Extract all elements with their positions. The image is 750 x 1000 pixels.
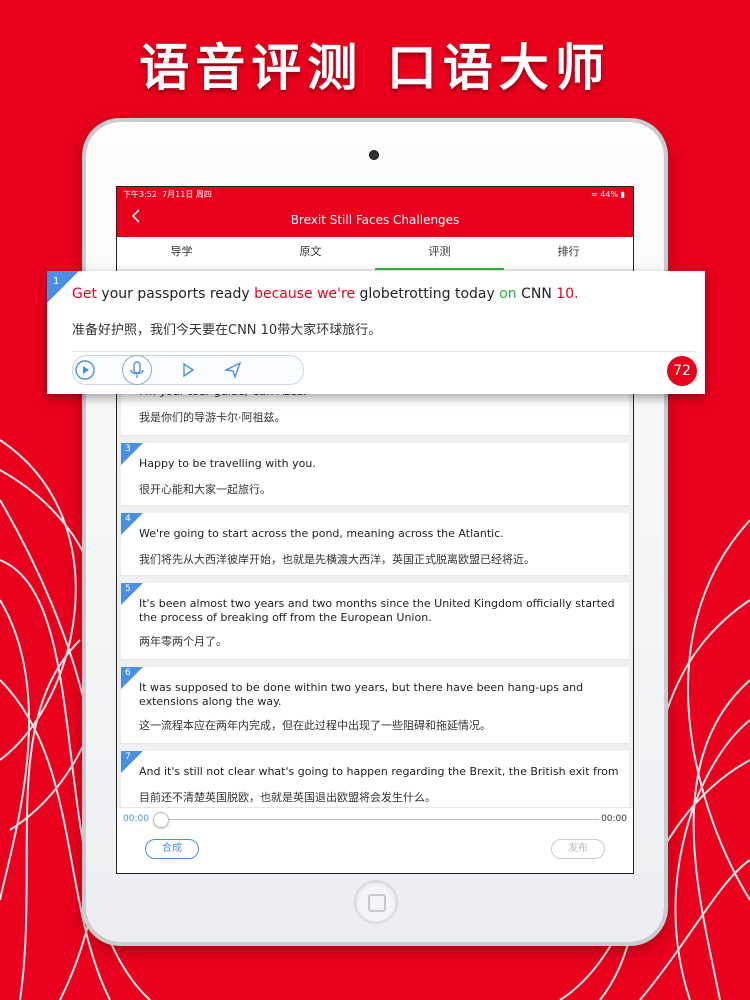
sentence-en: Happy to be travelling with you.: [139, 457, 316, 470]
word: because we're: [254, 286, 356, 302]
page-title: Brexit Still Faces Challenges: [290, 213, 460, 227]
sentence-card[interactable]: 4 We're going to start across the pond, …: [121, 513, 629, 575]
sentence-card[interactable]: 5 It's been almost two years and two mon…: [121, 583, 629, 659]
sentence-zh: 这一流程本应在两年内完成，但在此过程中出现了一些阻碍和拖延情况。: [139, 719, 491, 732]
ipad-frame: 下午3:52 7月11日 周四 ≈ 44% ▮ Brexit Still Fac…: [86, 122, 664, 942]
sentence-zh: 目前还不清楚英国脱欧，也就是英国退出欧盟将会发生什么。: [139, 791, 436, 804]
wifi-icon: ≈: [591, 190, 598, 199]
sentence-en: We're going to start across the pond, me…: [139, 527, 504, 540]
word: globetrotting today: [355, 286, 500, 302]
play-outline-icon: [183, 362, 195, 378]
sentence-zh: 准备好护照，我们今天要在CNN 10带大家环球旅行。: [72, 323, 382, 338]
sentence-zh: 两年零两个月了。: [139, 635, 227, 648]
control-group: [72, 355, 304, 385]
word: on: [499, 286, 517, 302]
battery-icon: ▮: [620, 190, 625, 199]
word: Get: [72, 286, 97, 302]
microphone-icon: [130, 361, 144, 378]
play-original-button[interactable]: [73, 358, 97, 382]
total-time: 00:00: [601, 814, 627, 824]
divider: [72, 351, 695, 352]
active-sentence-popup: 1 Get your passports ready because we're…: [47, 271, 705, 394]
sentence-en: It was supposed to be done within two ye…: [139, 681, 584, 708]
sentence-zh: 很开心能和大家一起旅行。: [139, 483, 271, 496]
status-bar: 下午3:52 7月11日 周四 ≈ 44% ▮: [117, 187, 633, 203]
send-icon: [223, 361, 242, 380]
camera: [369, 150, 379, 160]
sentence-number: 5: [125, 584, 131, 594]
home-button[interactable]: [354, 880, 398, 924]
progress-track[interactable]: [159, 819, 599, 820]
current-time: 00:00: [123, 814, 149, 824]
sentence-en: It's been almost two years and two month…: [139, 597, 615, 624]
play-recording-button[interactable]: [176, 358, 200, 382]
progress-knob[interactable]: [153, 812, 169, 828]
sentence-number: 7: [125, 752, 131, 762]
tab-bar: 导学 原文 评测 排行: [117, 237, 633, 270]
record-button[interactable]: [122, 355, 152, 385]
status-date: 7月11日 周四: [162, 190, 212, 199]
audio-player: 00:00 00:00 合成 发布: [117, 807, 633, 873]
sentence-card[interactable]: 6 It was supposed to be done within two …: [121, 667, 629, 743]
sentence-number: 3: [125, 444, 131, 454]
sentence-number: 6: [125, 668, 131, 678]
battery-percent: 44%: [600, 190, 619, 199]
sentence-number: 4: [125, 514, 131, 524]
status-time: 下午3:52: [123, 190, 157, 199]
tab-guide[interactable]: 导学: [117, 237, 246, 269]
sentence-card[interactable]: 7 And it's still not clear what's going …: [121, 751, 629, 811]
tab-evaluate[interactable]: 评测: [375, 237, 504, 270]
sentence-en: Get your passports ready because we're g…: [72, 286, 579, 302]
tab-original[interactable]: 原文: [246, 237, 375, 269]
score-badge: 72: [667, 356, 697, 386]
sentence-card[interactable]: 3 Happy to be travelling with you. 很开心能和…: [121, 443, 629, 505]
play-circle-icon: [75, 360, 95, 380]
synthesize-button[interactable]: 合成: [145, 839, 199, 859]
publish-button[interactable]: 发布: [551, 839, 605, 859]
sentence-zh: 我们将先从大西洋彼岸开始，也就是先横渡大西洋，英国正式脱离欧盟已经将近。: [139, 553, 535, 566]
word: your passports ready: [96, 286, 255, 302]
sentence-zh: 我是你们的导游卡尔·阿祖兹。: [139, 411, 286, 424]
headline: 语音评测 口语大师: [139, 39, 611, 97]
word: CNN: [516, 286, 557, 302]
tab-ranking[interactable]: 排行: [504, 237, 633, 269]
nav-bar: Brexit Still Faces Challenges: [117, 203, 633, 237]
word: 10.: [556, 286, 579, 302]
send-button[interactable]: [221, 358, 245, 382]
sentence-en: And it's still not clear what's going to…: [139, 765, 619, 778]
sentence-number: 1: [53, 276, 60, 287]
